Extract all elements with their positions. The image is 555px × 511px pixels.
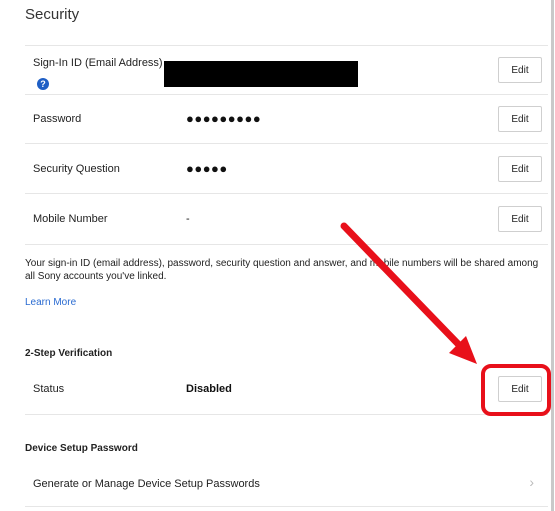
annotation-highlight-box bbox=[481, 364, 551, 416]
annotation-arrow bbox=[340, 222, 477, 364]
